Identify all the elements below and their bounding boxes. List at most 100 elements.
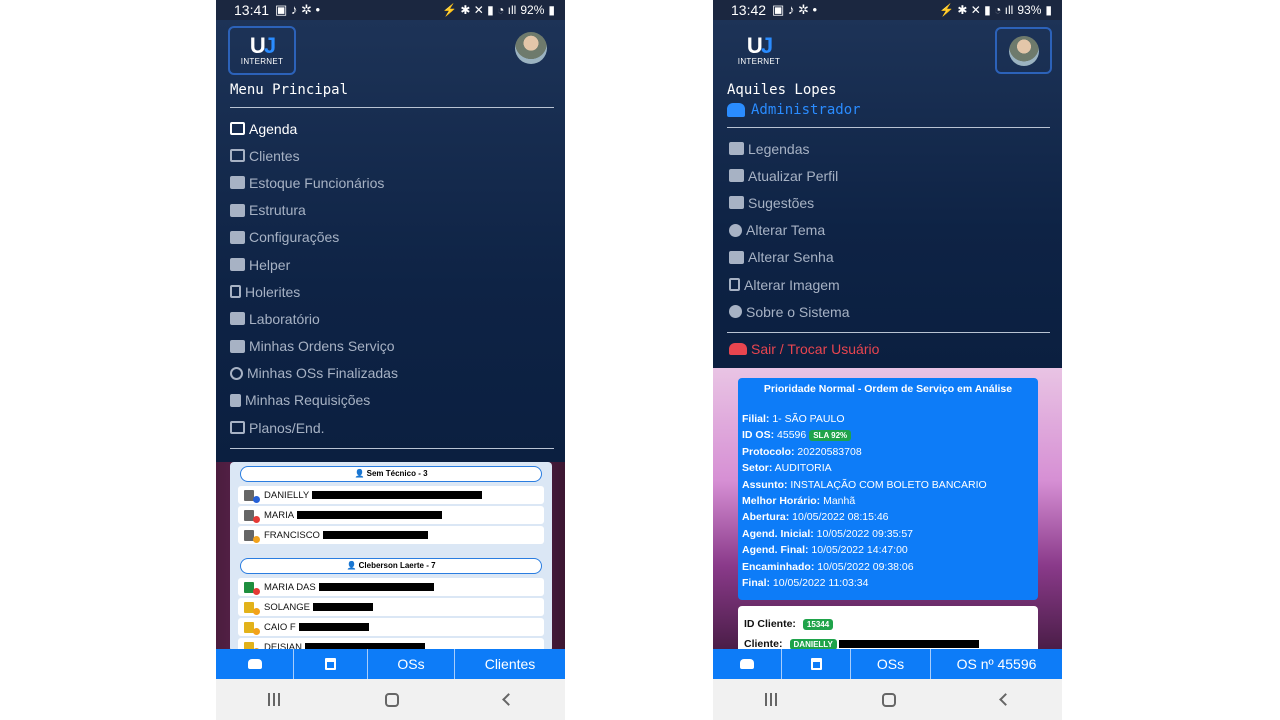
service-order-card: Prioridade Normal - Ordem de Serviço em … bbox=[738, 378, 1038, 600]
menu-item-agenda[interactable]: Agenda bbox=[230, 115, 398, 142]
os-field-agend-inicial: Agend. Inicial: 10/05/2022 09:35:57 bbox=[742, 527, 914, 540]
menu-item-sobre[interactable]: Sobre o Sistema bbox=[729, 298, 850, 325]
menu-item-os-finalizadas[interactable]: Minhas OSs Finalizadas bbox=[230, 360, 398, 387]
list-item[interactable]: FRANCISCO bbox=[238, 526, 544, 544]
menu-item-planos[interactable]: Planos/End. bbox=[230, 414, 398, 441]
home-button[interactable] bbox=[384, 692, 399, 707]
tab-oss[interactable]: OSs bbox=[368, 649, 455, 679]
phone-screen-left: 13:41 ▣ ♪ ✲ • ⚡ ✱ ✕ ▮ ◔ ıll 92% ▮ UJ INTERN… bbox=[216, 0, 565, 720]
logout-button[interactable]: Sair / Trocar Usuário bbox=[729, 341, 879, 357]
list-item[interactable]: CAIO F bbox=[238, 618, 544, 636]
menu-item-label: Holerites bbox=[245, 283, 301, 300]
battery-level: 93% bbox=[1017, 3, 1042, 17]
user-name: Aquiles Lopes bbox=[727, 82, 837, 98]
menu-item-laboratorio[interactable]: Laboratório bbox=[230, 305, 398, 332]
menu-item-alterar-tema[interactable]: Alterar Tema bbox=[729, 217, 850, 244]
tab-os-detail[interactable]: OS nº 45596 bbox=[931, 649, 1062, 679]
key-icon bbox=[729, 250, 744, 264]
menu-item-label: Minhas Ordens Serviço bbox=[249, 338, 395, 355]
tab-vehicle[interactable] bbox=[216, 649, 294, 679]
list-item[interactable]: MARIA bbox=[238, 506, 544, 524]
menu-item-legendas[interactable]: Legendas bbox=[729, 135, 850, 162]
status-bar: 13:42 ▣ ♪ ✲ • ⚡ ✱ ✕ ▮ ◔ ıll 93% ▮ bbox=[713, 0, 1062, 20]
schedule-list: 👤 Sem Técnico - 3 DANIELLY MARIA FRANCIS… bbox=[230, 462, 552, 652]
service-order-icon bbox=[244, 621, 260, 635]
menu-item-sugestoes[interactable]: Sugestões bbox=[729, 189, 850, 216]
tools-icon bbox=[230, 230, 245, 244]
tab-calendar[interactable] bbox=[782, 649, 851, 679]
company-logo[interactable]: UJ INTERNET bbox=[228, 26, 296, 75]
list-item[interactable]: DANIELLY bbox=[238, 486, 544, 504]
company-logo[interactable]: UJ INTERNET bbox=[725, 26, 793, 75]
menu-item-label: Alterar Senha bbox=[748, 249, 834, 266]
system-icons: ⚡ ✱ ✕ ▮ ◔ ıll bbox=[442, 3, 517, 17]
menu-item-label: Minhas Requisições bbox=[245, 392, 371, 409]
cubes-icon bbox=[230, 176, 245, 190]
tab-calendar[interactable] bbox=[294, 649, 368, 679]
redacted-text bbox=[297, 511, 443, 519]
calendar-icon bbox=[230, 122, 245, 136]
menu-item-helper[interactable]: Helper bbox=[230, 251, 398, 278]
status-time: 13:42 bbox=[731, 2, 767, 18]
user-avatar[interactable] bbox=[995, 27, 1052, 74]
bottom-navigation: OSs OS nº 45596 bbox=[713, 649, 1062, 679]
service-order-icon bbox=[244, 529, 260, 543]
os-field-agend-final: Agend. Final: 10/05/2022 14:47:00 bbox=[742, 544, 908, 557]
service-order-icon bbox=[244, 489, 260, 503]
tab-vehicle[interactable] bbox=[713, 649, 782, 679]
profile-menu-list: Legendas Atualizar Perfil Sugestões Alte… bbox=[729, 135, 850, 325]
menu-item-minhas-ordens[interactable]: Minhas Ordens Serviço bbox=[230, 333, 398, 360]
menu-item-label: Sugestões bbox=[748, 194, 815, 211]
recent-apps-button[interactable] bbox=[268, 693, 281, 706]
menu-item-label: Alterar Imagem bbox=[744, 276, 840, 293]
back-button[interactable] bbox=[501, 693, 515, 706]
menu-item-clientes[interactable]: Clientes bbox=[230, 142, 398, 169]
list-item[interactable]: MARIA DAS bbox=[238, 578, 544, 596]
recent-apps-button[interactable] bbox=[765, 693, 778, 706]
menu-item-estoque[interactable]: Estoque Funcionários bbox=[230, 169, 398, 196]
tab-oss[interactable]: OSs bbox=[851, 649, 931, 679]
profile-menu-drawer: UJ INTERNET Aquiles Lopes Administrador … bbox=[713, 20, 1062, 368]
client-name: MARIA bbox=[264, 509, 295, 521]
menu-item-estrutura[interactable]: Estrutura bbox=[230, 197, 398, 224]
user-avatar[interactable] bbox=[515, 32, 547, 64]
menu-item-label: Estrutura bbox=[249, 202, 306, 219]
notification-icons: ▣ ♪ ✲ • bbox=[772, 2, 818, 17]
tab-clientes[interactable]: Clientes bbox=[455, 649, 565, 679]
os-field-protocolo: Protocolo: 20220583708 bbox=[742, 445, 862, 458]
menu-item-configuracoes[interactable]: Configurações bbox=[230, 224, 398, 251]
menu-item-atualizar-perfil[interactable]: Atualizar Perfil bbox=[729, 162, 850, 189]
redacted-text bbox=[838, 640, 979, 648]
closed-captioning-icon bbox=[729, 142, 744, 156]
group-header[interactable]: 👤 Sem Técnico - 3 bbox=[240, 466, 542, 482]
phone-screen-right: 13:42 ▣ ♪ ✲ • ⚡ ✱ ✕ ▮ ◔ ıll 93% ▮ UJ INTERN… bbox=[713, 0, 1062, 720]
main-menu-list: Agenda Clientes Estoque Funcionários Est… bbox=[230, 115, 398, 441]
menu-item-holerites[interactable]: Holerites bbox=[230, 278, 398, 305]
menu-item-requisicoes[interactable]: Minhas Requisições bbox=[230, 387, 398, 414]
menu-item-label: Agenda bbox=[249, 120, 298, 137]
calendar-icon bbox=[810, 658, 822, 670]
menu-item-alterar-imagem[interactable]: Alterar Imagem bbox=[729, 271, 850, 298]
system-icons: ⚡ ✱ ✕ ▮ ◔ ıll bbox=[939, 3, 1014, 17]
sla-badge: SLA 92% bbox=[809, 430, 852, 442]
os-field-assunto: Assunto: INSTALAÇÃO COM BOLETO BANCARIO bbox=[742, 478, 987, 491]
os-field-filial: Filial: 1- SÃO PAULO bbox=[742, 413, 845, 425]
notification-icons: ▣ ♪ ✲ • bbox=[275, 2, 321, 17]
microscope-icon bbox=[230, 312, 245, 326]
redacted-text bbox=[322, 531, 428, 539]
menu-item-alterar-senha[interactable]: Alterar Senha bbox=[729, 244, 850, 271]
group-header[interactable]: 👤 Cleberson Laerte - 7 bbox=[240, 558, 542, 574]
menu-title: Menu Principal bbox=[230, 82, 349, 98]
user-cog-icon bbox=[727, 103, 745, 117]
logo-text: INTERNET bbox=[240, 57, 284, 66]
car-icon bbox=[740, 659, 754, 669]
logo-text: INTERNET bbox=[737, 57, 781, 66]
battery-icon: ▮ bbox=[1045, 3, 1052, 17]
logo-mark-icon: UJ bbox=[746, 33, 773, 58]
info-circle-icon bbox=[729, 305, 742, 319]
home-button[interactable] bbox=[881, 692, 896, 707]
service-order-icon bbox=[244, 581, 260, 595]
list-item[interactable]: SOLANGE bbox=[238, 598, 544, 616]
back-button[interactable] bbox=[998, 693, 1012, 706]
system-navigation-bar bbox=[216, 679, 565, 720]
